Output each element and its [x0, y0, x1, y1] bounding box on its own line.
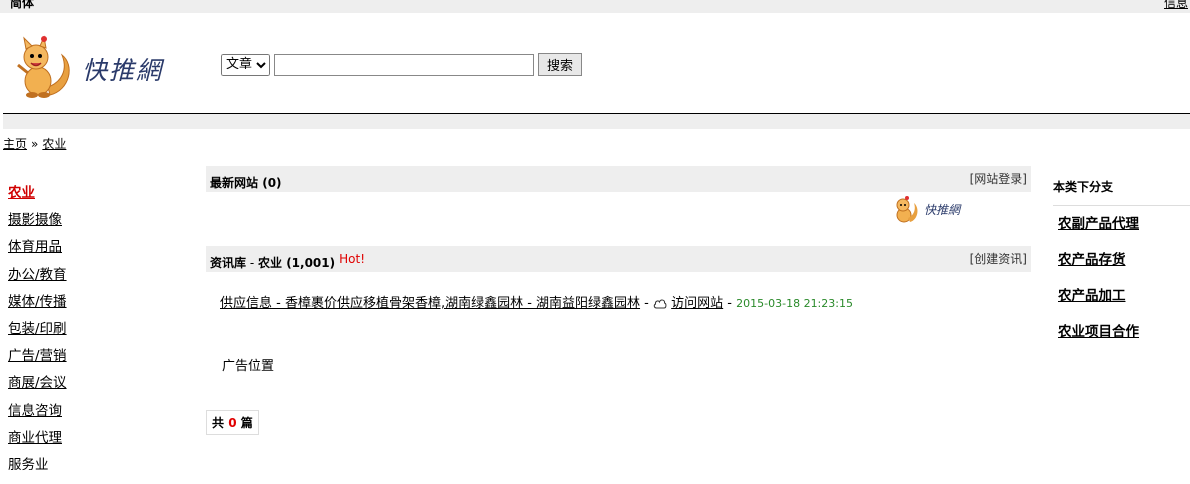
- mini-logo-text: 快推網: [924, 203, 961, 217]
- sidebar-item-consulting[interactable]: 信息咨询: [8, 403, 67, 430]
- subcategory-link[interactable]: 农产品加工: [1058, 288, 1126, 304]
- sidebar-item-media[interactable]: 媒体/传播: [8, 294, 67, 321]
- sidebar-item-agency[interactable]: 商业代理: [8, 430, 67, 457]
- info-link[interactable]: 信息: [1164, 0, 1188, 11]
- search-input[interactable]: [274, 53, 534, 76]
- sidebar-item-label[interactable]: 商展/会议: [8, 375, 67, 391]
- mini-logo: 快推網: [890, 196, 970, 224]
- sidebar-item-exhibition[interactable]: 商展/会议: [8, 375, 67, 402]
- breadcrumb: 主页 » 农业: [3, 135, 66, 152]
- sidebar-item-label[interactable]: 包装/印刷: [8, 321, 67, 337]
- latest-sites-header: 最新网站 (0) [网站登录]: [206, 166, 1031, 192]
- latest-sites-title-text: 最新网站: [210, 176, 259, 190]
- sidebar-item-photography[interactable]: 摄影摄像: [8, 212, 67, 239]
- news-category: 农业: [257, 256, 282, 270]
- subcategory-item[interactable]: 农产品加工: [1058, 284, 1139, 320]
- article-timestamp: 2015-03-18 21:23:15: [736, 297, 853, 310]
- sidebar-item-office-education[interactable]: 办公/教育: [8, 267, 67, 294]
- breadcrumb-current[interactable]: 农业: [42, 137, 66, 151]
- sidebar-item-label[interactable]: 商业代理: [8, 430, 62, 446]
- ad-position: 广告位置: [222, 359, 275, 374]
- subcategory-item[interactable]: 农业项目合作: [1058, 320, 1139, 356]
- total-suffix: 篇: [240, 416, 253, 430]
- category-sidebar: 农业 摄影摄像 体育用品 办公/教育 媒体/传播 包装/印刷 广告/营销 商展/…: [8, 185, 67, 484]
- sidebar-item-packaging[interactable]: 包装/印刷: [8, 321, 67, 348]
- subcategory-item[interactable]: 农产品存货: [1058, 248, 1139, 284]
- top-bar: 简体 信息: [0, 0, 1190, 13]
- sidebar-item-sports[interactable]: 体育用品: [8, 239, 67, 266]
- latest-sites-count: (0): [262, 176, 282, 190]
- sidebar-item-label[interactable]: 信息咨询: [8, 403, 62, 419]
- search-bar: 文章 搜索: [221, 53, 583, 76]
- search-button[interactable]: 搜索: [538, 53, 583, 76]
- news-header: 资讯库 - 农业 (1,001) Hot! [创建资讯]: [206, 246, 1031, 272]
- site-logo[interactable]: 快推網: [10, 35, 170, 101]
- sidebar-item-advertising[interactable]: 广告/营销: [8, 348, 67, 375]
- subcategory-link[interactable]: 农业项目合作: [1058, 324, 1139, 340]
- sidebar-item-label[interactable]: 广告/营销: [8, 348, 67, 364]
- create-news-link[interactable]: [创建资讯]: [970, 250, 1027, 267]
- article-row: 供应信息 - 香樟裹价供应移植骨架香樟,湖南绿鑫园林 - 湖南益阳绿鑫园林 - …: [220, 292, 853, 313]
- news-count: (1,001): [286, 256, 336, 270]
- sidebar-item-label[interactable]: 农业: [8, 185, 35, 201]
- news-prefix: 资讯库: [210, 256, 247, 270]
- sidebar-item-label[interactable]: 摄影摄像: [8, 212, 62, 228]
- breadcrumb-home[interactable]: 主页: [3, 137, 27, 151]
- sidebar-item-label[interactable]: 媒体/传播: [8, 294, 67, 310]
- visit-site-link[interactable]: 访问网站: [671, 296, 723, 311]
- subcategory-link[interactable]: 农副产品代理: [1058, 216, 1139, 232]
- total-count-box: 共 0 篇: [206, 410, 259, 435]
- header-band: [3, 114, 1190, 129]
- site-login-link[interactable]: [网站登录]: [970, 170, 1027, 187]
- subcategory-list: 农副产品代理 农产品存货 农产品加工 农业项目合作: [1058, 212, 1139, 356]
- total-prefix: 共: [212, 416, 225, 430]
- language-switch[interactable]: 简体: [10, 0, 34, 11]
- news-dash: -: [246, 256, 258, 270]
- latest-sites-title: 最新网站 (0): [210, 174, 282, 191]
- sidebar-item-services[interactable]: 服务业: [8, 457, 67, 484]
- sidebar-item-label[interactable]: 体育用品: [8, 239, 62, 255]
- search-category-select[interactable]: 文章: [221, 53, 270, 76]
- subcategory-title: 本类下分支: [1053, 180, 1114, 194]
- article-title-link[interactable]: 供应信息 - 香樟裹价供应移植骨架香樟,湖南绿鑫园林 - 湖南益阳绿鑫园林: [220, 296, 640, 311]
- cloud-icon: [653, 298, 667, 313]
- article-sep: -: [640, 296, 654, 311]
- subcategory-item[interactable]: 农副产品代理: [1058, 212, 1139, 248]
- breadcrumb-separator: »: [31, 137, 39, 151]
- sidebar-item-agriculture[interactable]: 农业: [8, 185, 67, 212]
- subcategory-link[interactable]: 农产品存货: [1058, 252, 1126, 268]
- news-title: 资讯库 - 农业 (1,001) Hot!: [210, 252, 366, 271]
- sidebar-item-label[interactable]: 办公/教育: [8, 267, 67, 283]
- total-count: 0: [228, 416, 237, 430]
- sidebar-item-label: 服务业: [8, 456, 49, 473]
- subcategory-divider: [1053, 205, 1190, 206]
- hot-badge: Hot!: [339, 252, 366, 266]
- article-sep-2: -: [723, 296, 737, 311]
- logo-text: 快推網: [82, 56, 164, 85]
